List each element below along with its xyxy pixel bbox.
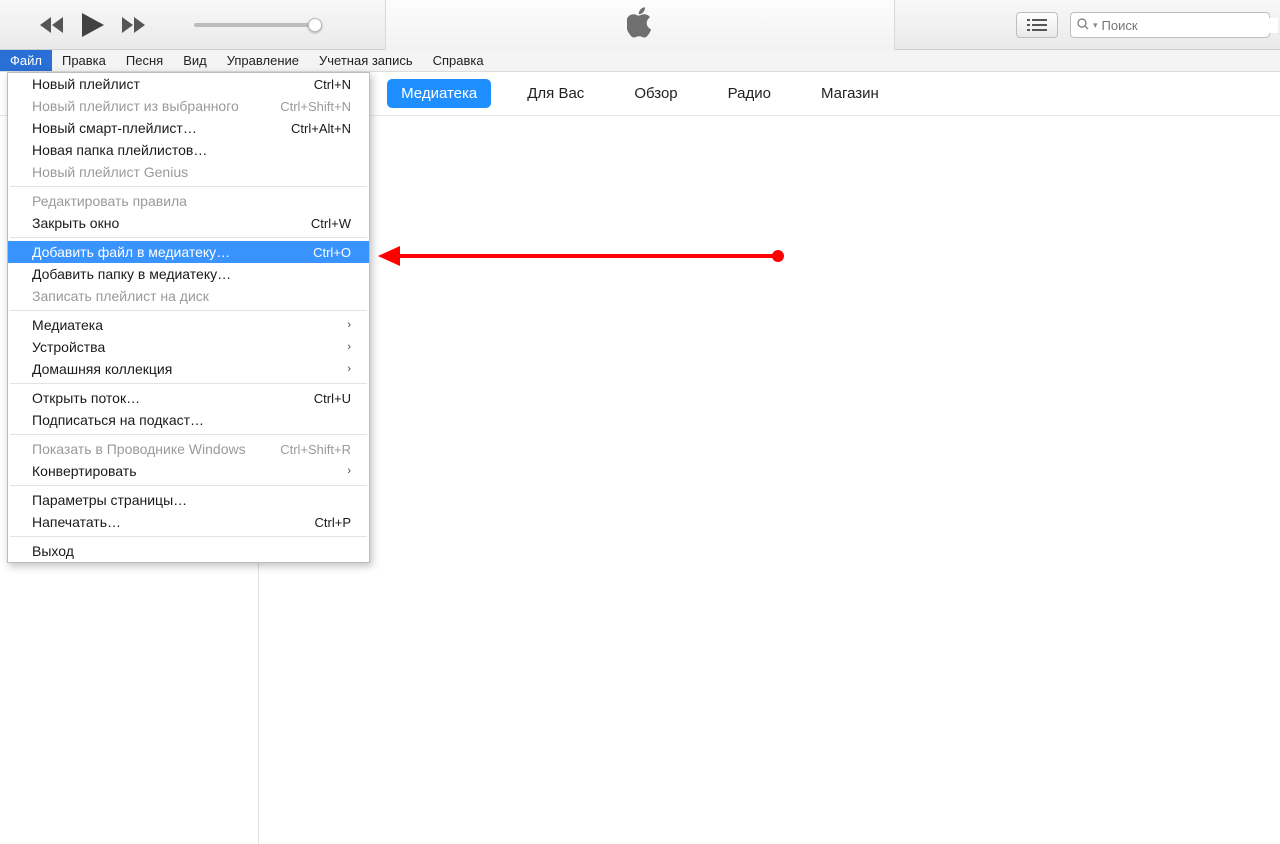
menu-item-label: Выход	[32, 543, 74, 559]
list-view-button[interactable]	[1016, 12, 1058, 38]
menu-item-label: Редактировать правила	[32, 193, 187, 209]
tab-store[interactable]: Магазин	[807, 79, 893, 108]
menu-item[interactable]: Подписаться на подкаст…	[8, 409, 369, 431]
play-button[interactable]	[82, 13, 104, 37]
previous-button[interactable]	[40, 17, 64, 33]
menu-item: Показать в Проводнике Windows Ctrl+Shift+…	[8, 438, 369, 460]
menu-item-label: Домашняя коллекция	[32, 361, 172, 377]
submenu-arrow-icon: ›	[347, 341, 351, 353]
player-bar: ▾	[0, 0, 1280, 50]
menu-item-label: Новая папка плейлистов…	[32, 142, 207, 158]
menu-item[interactable]: Закрыть окно Ctrl+W	[8, 212, 369, 234]
menu-item-label: Напечатать…	[32, 514, 121, 530]
menu-account[interactable]: Учетная запись	[309, 50, 423, 71]
menu-item-label: Новый смарт-плейлист…	[32, 120, 197, 136]
tab-browse[interactable]: Обзор	[620, 79, 691, 108]
menu-item-label: Открыть поток…	[32, 390, 140, 406]
menu-file[interactable]: Файл	[0, 50, 52, 71]
menu-separator	[10, 485, 367, 486]
menu-item[interactable]: Медиатека ›	[8, 314, 369, 336]
menu-item-shortcut: Ctrl+N	[314, 77, 351, 92]
menu-item[interactable]: Конвертировать ›	[8, 460, 369, 482]
annotation-arrow	[378, 249, 778, 261]
menu-edit[interactable]: Правка	[52, 50, 116, 71]
menu-item-shortcut: Ctrl+P	[315, 515, 351, 530]
menu-bar: Файл Правка Песня Вид Управление Учетная…	[0, 50, 1280, 72]
menu-separator	[10, 237, 367, 238]
menu-item-shortcut: Ctrl+Shift+N	[280, 99, 351, 114]
menu-help[interactable]: Справка	[423, 50, 494, 71]
playback-controls	[0, 13, 314, 37]
menu-item-label: Новый плейлист Genius	[32, 164, 188, 180]
menu-item-shortcut: Ctrl+Shift+R	[280, 442, 351, 457]
menu-item-label: Подписаться на подкаст…	[32, 412, 204, 428]
tab-library[interactable]: Медиатека	[387, 79, 491, 108]
menu-item-shortcut: Ctrl+Alt+N	[291, 121, 351, 136]
menu-item[interactable]: Домашняя коллекция ›	[8, 358, 369, 380]
submenu-arrow-icon: ›	[347, 319, 351, 331]
submenu-arrow-icon: ›	[347, 465, 351, 477]
submenu-arrow-icon: ›	[347, 363, 351, 375]
menu-separator	[10, 383, 367, 384]
tab-radio[interactable]: Радио	[714, 79, 785, 108]
menu-item-label: Закрыть окно	[32, 215, 119, 231]
menu-song[interactable]: Песня	[116, 50, 173, 71]
menu-item[interactable]: Параметры страницы…	[8, 489, 369, 511]
menu-item-label: Новый плейлист из выбранного	[32, 98, 239, 114]
menu-item-label: Конвертировать	[32, 463, 137, 479]
menu-item[interactable]: Новый плейлист Ctrl+N	[8, 73, 369, 95]
apple-logo-icon	[627, 7, 653, 42]
menu-item-shortcut: Ctrl+W	[311, 216, 351, 231]
menu-separator	[10, 186, 367, 187]
menu-item-label: Показать в Проводнике Windows	[32, 441, 246, 457]
menu-item-label: Записать плейлист на диск	[32, 288, 209, 304]
next-button[interactable]	[122, 17, 146, 33]
menu-item[interactable]: Устройства ›	[8, 336, 369, 358]
menu-item[interactable]: Новый смарт-плейлист… Ctrl+Alt+N	[8, 117, 369, 139]
menu-controls[interactable]: Управление	[217, 50, 309, 71]
menu-item: Новый плейлист Genius	[8, 161, 369, 183]
menu-item[interactable]: Выход	[8, 540, 369, 562]
menu-view[interactable]: Вид	[173, 50, 217, 71]
menu-separator	[10, 536, 367, 537]
menu-item: Редактировать правила	[8, 190, 369, 212]
menu-item[interactable]: Добавить файл в медиатеку… Ctrl+O	[8, 241, 369, 263]
search-dropdown-icon[interactable]: ▾	[1093, 20, 1098, 31]
menu-item-label: Добавить файл в медиатеку…	[32, 244, 230, 260]
menu-item-shortcut: Ctrl+U	[314, 391, 351, 406]
search-box[interactable]: ▾	[1070, 12, 1270, 38]
menu-item[interactable]: Новая папка плейлистов…	[8, 139, 369, 161]
menu-item: Новый плейлист из выбранного Ctrl+Shift+N	[8, 95, 369, 117]
toolbar-right: ▾	[1016, 0, 1270, 50]
menu-item-label: Параметры страницы…	[32, 492, 187, 508]
menu-separator	[10, 310, 367, 311]
menu-item-label: Устройства	[32, 339, 105, 355]
menu-item[interactable]: Добавить папку в медиатеку…	[8, 263, 369, 285]
file-menu-dropdown: Новый плейлист Ctrl+N Новый плейлист из вы…	[7, 72, 370, 563]
menu-item-label: Добавить папку в медиатеку…	[32, 266, 231, 282]
menu-item-label: Новый плейлист	[32, 76, 140, 92]
menu-item: Записать плейлист на диск	[8, 285, 369, 307]
menu-item[interactable]: Напечатать… Ctrl+P	[8, 511, 369, 533]
menu-item-label: Медиатека	[32, 317, 103, 333]
menu-separator	[10, 434, 367, 435]
tab-for-you[interactable]: Для Вас	[513, 79, 598, 108]
menu-item-shortcut: Ctrl+O	[313, 245, 351, 260]
volume-slider[interactable]	[194, 23, 314, 27]
search-input[interactable]	[1102, 18, 1278, 33]
menu-item[interactable]: Открыть поток… Ctrl+U	[8, 387, 369, 409]
search-icon	[1077, 18, 1089, 33]
